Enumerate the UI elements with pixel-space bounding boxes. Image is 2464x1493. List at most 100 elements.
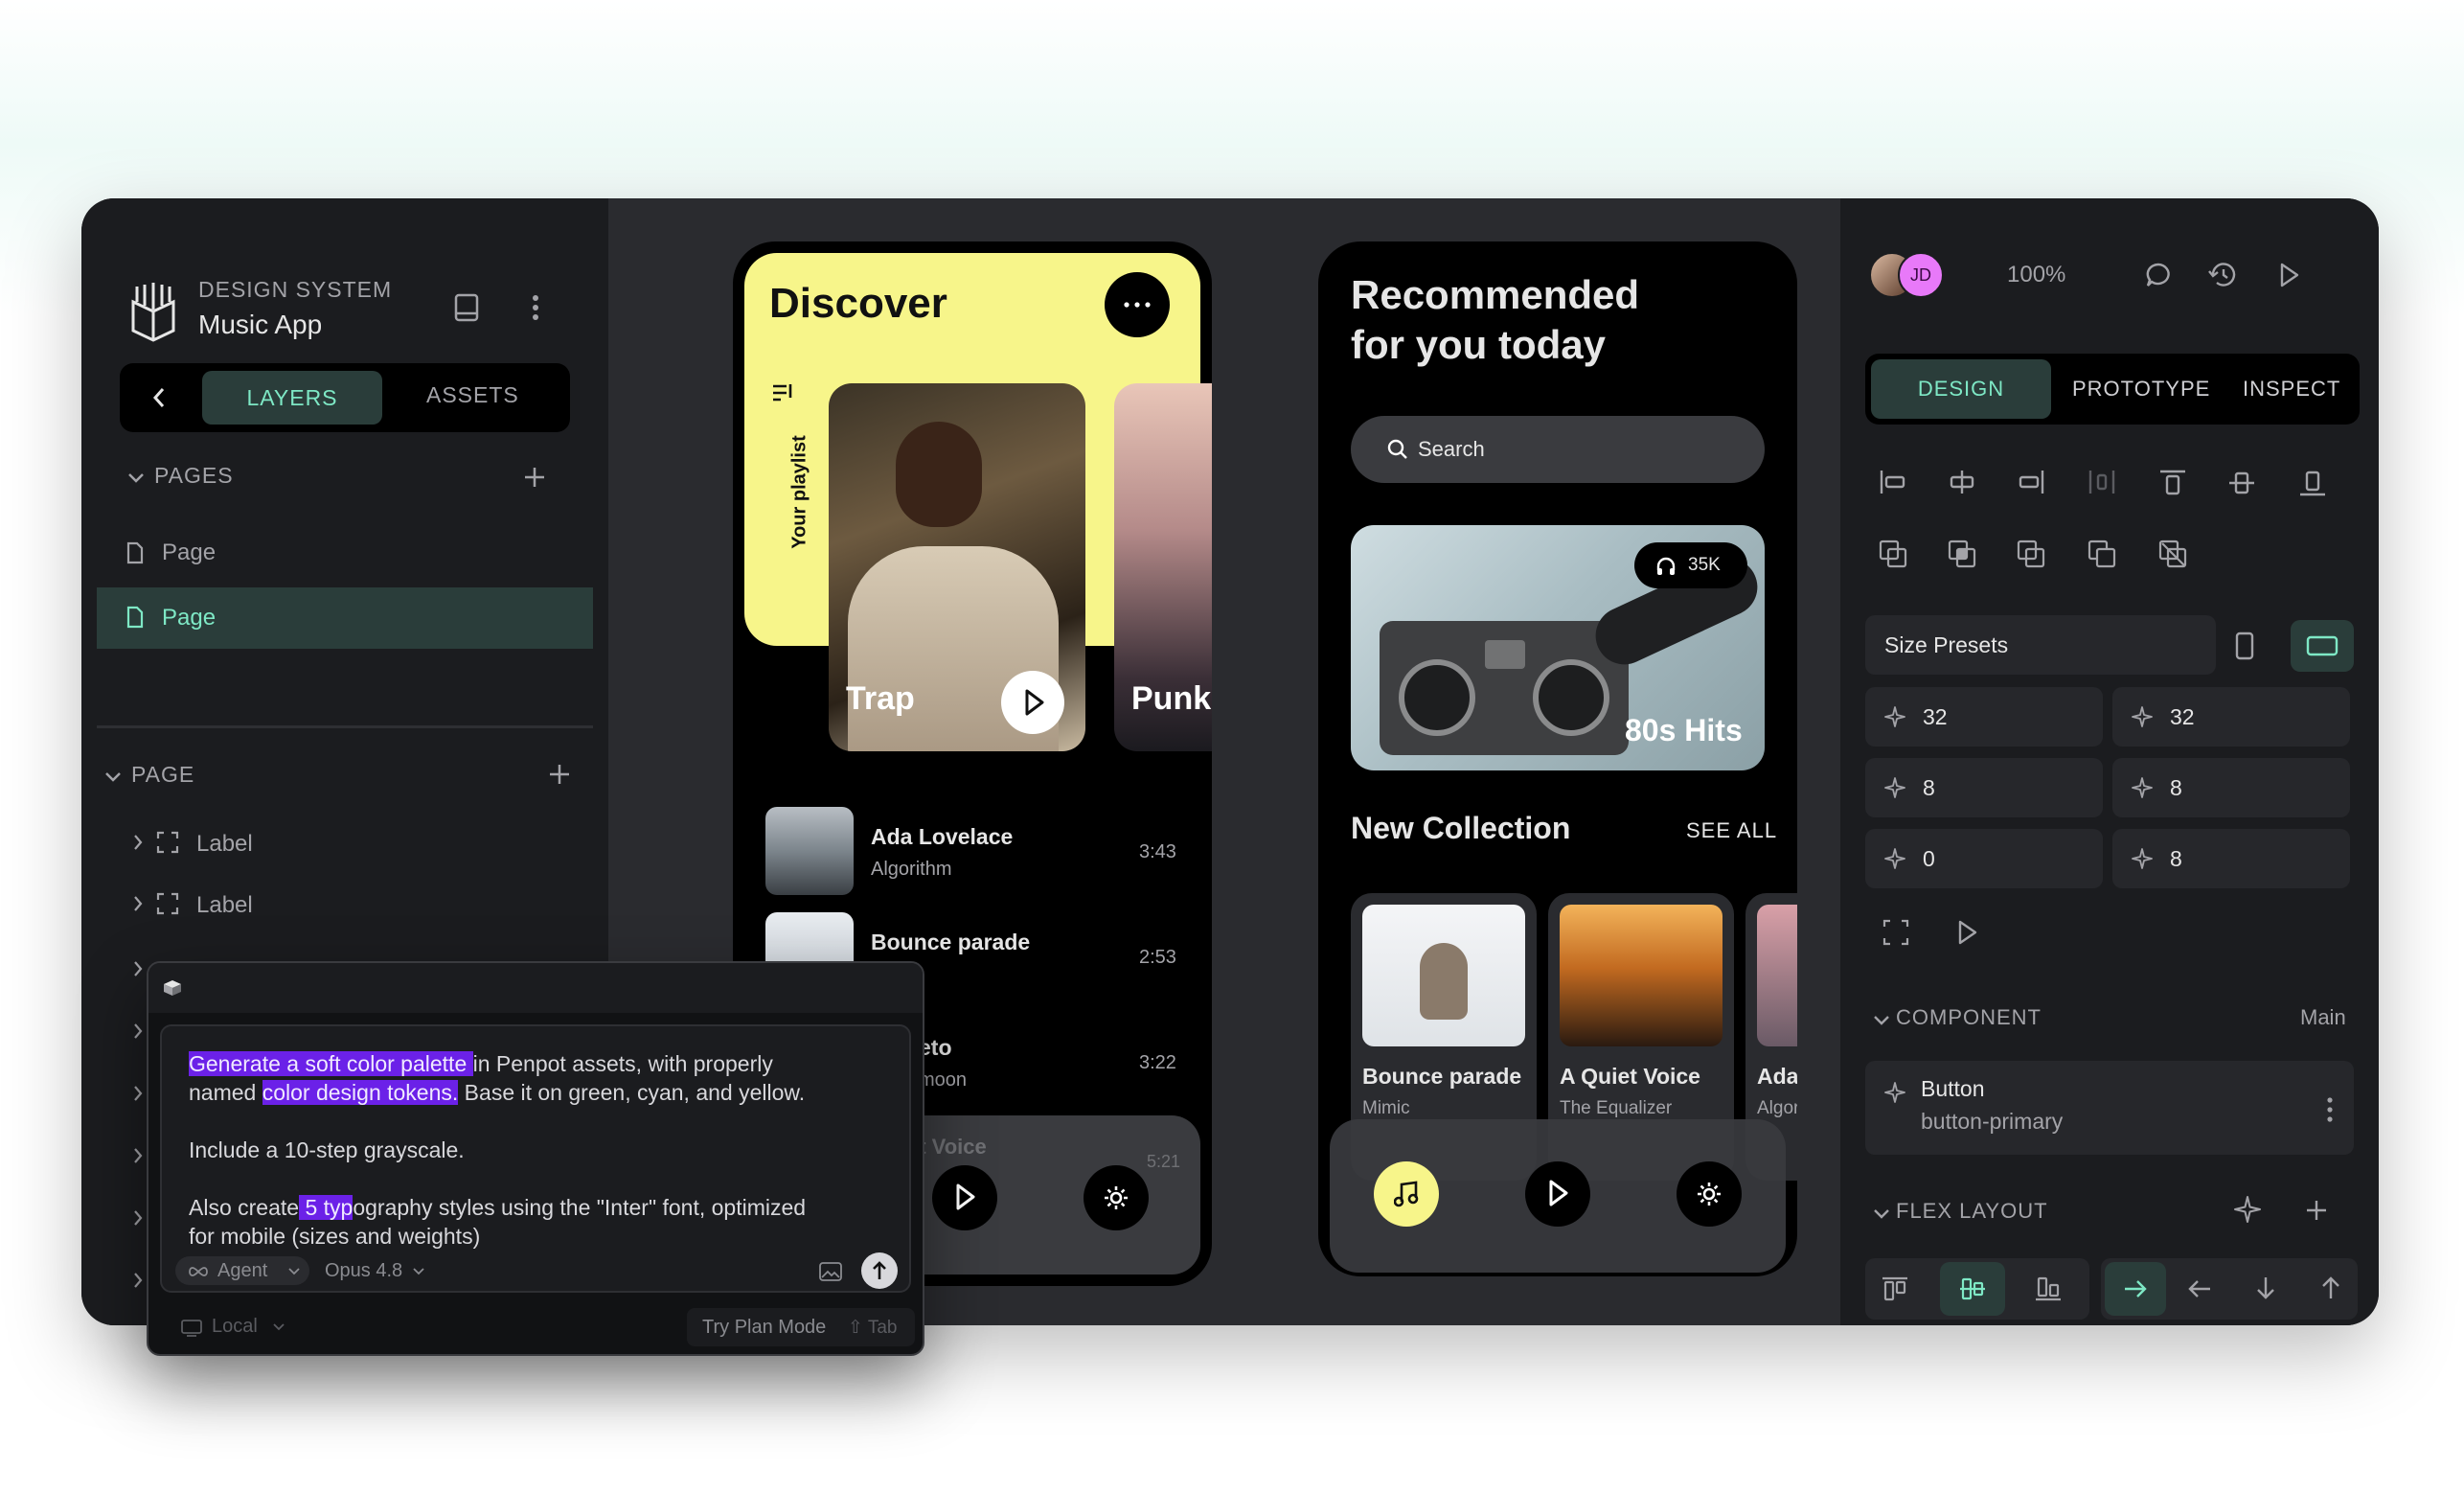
- back-chevron-icon[interactable]: [152, 386, 166, 409]
- size-presets-dropdown[interactable]: Size Presets: [1865, 615, 2216, 675]
- align-items-start-icon[interactable]: [1881, 1275, 1909, 1302]
- track-duration: 3:22: [1139, 1052, 1176, 1073]
- clip-content-icon[interactable]: [1882, 919, 1909, 946]
- align-v-center-icon[interactable]: [2227, 469, 2256, 497]
- bool-difference-icon[interactable]: [1948, 540, 1976, 568]
- chevron-right-icon[interactable]: [133, 1085, 143, 1102]
- component-collapse-icon[interactable]: [1873, 1015, 1890, 1026]
- landscape-orientation-button[interactable]: [2291, 620, 2354, 672]
- chevron-right-icon[interactable]: [133, 895, 143, 912]
- chat-header: [148, 963, 923, 1013]
- direction-row-button[interactable]: [2105, 1262, 2166, 1316]
- agent-mode-dropdown[interactable]: Agent: [175, 1256, 309, 1285]
- chevron-down-icon[interactable]: [413, 1268, 424, 1275]
- zoom-level[interactable]: 100%: [2007, 262, 2065, 288]
- player-controls-bar[interactable]: [1330, 1119, 1786, 1273]
- search-input[interactable]: Search: [1351, 416, 1765, 483]
- present-play-icon[interactable]: [2279, 262, 2300, 288]
- component-card[interactable]: Button button-primary: [1865, 1061, 2354, 1155]
- boombox-graphic: [1380, 621, 1629, 755]
- tab-layers[interactable]: LAYERS: [202, 371, 382, 425]
- bool-union-icon[interactable]: [1879, 540, 1907, 568]
- show-in-view-mode-icon[interactable]: [1957, 919, 1978, 946]
- tab-inspect[interactable]: INSPECT: [2243, 377, 2340, 402]
- page-collapse-icon[interactable]: [104, 771, 122, 783]
- align-items-center-button[interactable]: [1940, 1262, 2005, 1316]
- punk-card[interactable]: Punk: [1114, 383, 1212, 751]
- hero-card[interactable]: 35K 80s Hits: [1351, 525, 1765, 770]
- layer-item-1[interactable]: Label: [101, 819, 580, 867]
- play-button[interactable]: [1001, 671, 1064, 734]
- width-field[interactable]: 32: [1865, 687, 2103, 746]
- track-row[interactable]: Ada Lovelace Algorithm 3:43: [765, 807, 1177, 899]
- align-items-end-icon[interactable]: [2034, 1275, 2063, 1302]
- flatten-icon[interactable]: [2158, 540, 2187, 568]
- tab-prototype[interactable]: PROTOTYPE: [2072, 377, 2210, 402]
- align-top-icon[interactable]: [2158, 469, 2187, 497]
- flex-collapse-icon[interactable]: [1873, 1208, 1890, 1220]
- radius-field[interactable]: 8: [2112, 829, 2350, 888]
- bool-exclude-icon[interactable]: [2088, 540, 2116, 568]
- y-field[interactable]: 8: [2112, 758, 2350, 817]
- prompt-textarea[interactable]: Generate a soft color palette in Penpot …: [160, 1024, 911, 1293]
- model-selector[interactable]: Opus 4.8: [325, 1260, 402, 1282]
- play-button[interactable]: [1525, 1161, 1590, 1227]
- add-layer-icon[interactable]: [549, 764, 570, 785]
- chevron-down-icon[interactable]: [273, 1323, 285, 1331]
- add-flex-icon[interactable]: [2306, 1200, 2327, 1221]
- chevron-right-icon[interactable]: [133, 960, 143, 977]
- play-button[interactable]: [932, 1165, 997, 1230]
- align-right-icon[interactable]: [2017, 469, 2045, 495]
- page-item-1[interactable]: Page: [97, 524, 593, 584]
- project-logo-icon: [127, 281, 179, 342]
- settings-button[interactable]: [1677, 1161, 1742, 1227]
- page-item-2-selected[interactable]: Page: [97, 587, 593, 649]
- prompt-line-4: Also create 5 typography styles using th…: [189, 1193, 806, 1222]
- punk-card-label: Punk: [1131, 680, 1212, 717]
- layer-item-2[interactable]: Label: [101, 881, 580, 929]
- chevron-right-icon[interactable]: [133, 834, 143, 851]
- more-options-button[interactable]: [1105, 272, 1170, 337]
- component-more-icon[interactable]: [2327, 1097, 2333, 1122]
- settings-button[interactable]: [1084, 1165, 1149, 1230]
- align-left-icon[interactable]: [1879, 469, 1907, 495]
- chevron-right-icon[interactable]: [133, 1022, 143, 1040]
- chevron-right-icon[interactable]: [133, 1147, 143, 1164]
- environment-selector[interactable]: Local: [212, 1316, 258, 1338]
- rotation-field[interactable]: 0: [1865, 829, 2103, 888]
- trap-card[interactable]: Trap: [829, 383, 1085, 751]
- layer-item-label: Label: [196, 831, 253, 857]
- comment-icon[interactable]: [2145, 262, 2172, 288]
- x-field[interactable]: 8: [1865, 758, 2103, 817]
- portrait-orientation-icon[interactable]: [2235, 632, 2254, 660]
- music-note-button[interactable]: [1374, 1161, 1439, 1227]
- chevron-right-icon[interactable]: [133, 1209, 143, 1227]
- pages-collapse-icon[interactable]: [127, 472, 145, 484]
- plan-mode-hint[interactable]: Try Plan Mode ⇧ Tab: [687, 1308, 915, 1346]
- align-h-center-icon[interactable]: [1948, 469, 1976, 495]
- tab-assets[interactable]: ASSETS: [426, 382, 519, 408]
- tab-design[interactable]: DESIGN: [1871, 359, 2051, 419]
- align-bottom-icon[interactable]: [2298, 469, 2327, 497]
- recommended-screen[interactable]: Recommended for you today Search 35K 80s…: [1318, 241, 1797, 1276]
- see-all-link[interactable]: SEE ALL: [1686, 818, 1777, 843]
- recommended-title-line1: Recommended: [1351, 272, 1640, 317]
- ai-logo-icon: [160, 976, 185, 999]
- distribute-h-icon[interactable]: [2088, 469, 2116, 495]
- avatar-jd[interactable]: JD: [1898, 252, 1944, 298]
- attach-image-icon[interactable]: [819, 1262, 842, 1281]
- flex-sparkle-icon[interactable]: [2233, 1195, 2262, 1224]
- height-field[interactable]: 32: [2112, 687, 2350, 746]
- arrow-up-icon[interactable]: [2319, 1275, 2342, 1300]
- arrow-left-icon[interactable]: [2187, 1277, 2212, 1300]
- chevron-right-icon[interactable]: [133, 1272, 143, 1289]
- bool-intersection-icon[interactable]: [2017, 540, 2045, 568]
- arrow-down-icon[interactable]: [2254, 1275, 2277, 1300]
- history-icon[interactable]: [2208, 262, 2237, 288]
- prompt-text: Also create: [189, 1195, 300, 1220]
- page-item-label: Page: [162, 540, 217, 565]
- more-vertical-icon[interactable]: [532, 294, 539, 321]
- send-button[interactable]: [861, 1252, 898, 1289]
- library-icon[interactable]: [453, 292, 480, 323]
- add-page-icon[interactable]: [524, 467, 545, 488]
